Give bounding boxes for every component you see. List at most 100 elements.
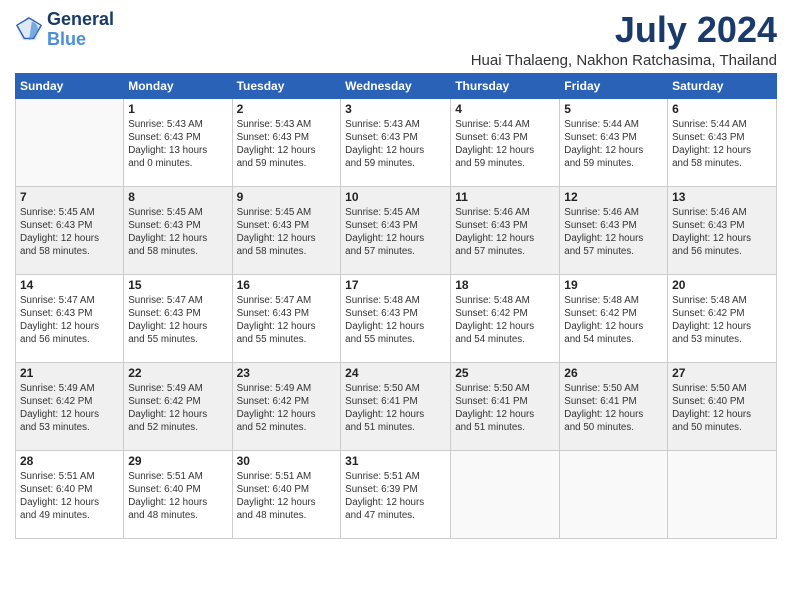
day-number: 7 bbox=[20, 190, 119, 204]
day-info: Sunrise: 5:45 AMSunset: 6:43 PMDaylight:… bbox=[237, 206, 337, 259]
calendar-header: SundayMondayTuesdayWednesdayThursdayFrid… bbox=[16, 73, 777, 98]
day-info: Sunrise: 5:45 AMSunset: 6:43 PMDaylight:… bbox=[128, 206, 227, 259]
logo: General Blue bbox=[15, 10, 114, 50]
day-number: 9 bbox=[237, 190, 337, 204]
day-number: 25 bbox=[455, 366, 555, 380]
day-info: Sunrise: 5:51 AMSunset: 6:40 PMDaylight:… bbox=[20, 470, 119, 523]
day-number: 20 bbox=[672, 278, 772, 292]
day-number: 15 bbox=[128, 278, 227, 292]
day-number: 22 bbox=[128, 366, 227, 380]
day-info: Sunrise: 5:47 AMSunset: 6:43 PMDaylight:… bbox=[237, 294, 337, 347]
day-info: Sunrise: 5:44 AMSunset: 6:43 PMDaylight:… bbox=[672, 118, 772, 171]
column-header-friday: Friday bbox=[560, 73, 668, 98]
calendar-cell: 8 Sunrise: 5:45 AMSunset: 6:43 PMDaylight… bbox=[124, 186, 232, 274]
calendar-cell: 23 Sunrise: 5:49 AMSunset: 6:42 PMDayligh… bbox=[232, 362, 341, 450]
day-info: Sunrise: 5:46 AMSunset: 6:43 PMDaylight:… bbox=[455, 206, 555, 259]
day-info: Sunrise: 5:47 AMSunset: 6:43 PMDaylight:… bbox=[128, 294, 227, 347]
day-number: 12 bbox=[564, 190, 663, 204]
calendar-cell: 11Sunrise: 5:46 AMSunset: 6:43 PMDayligh… bbox=[451, 186, 560, 274]
calendar-cell: 20 Sunrise: 5:48 AMSunset: 6:42 PMDayligh… bbox=[668, 274, 777, 362]
day-info: Sunrise: 5:51 AMSunset: 6:40 PMDaylight:… bbox=[128, 470, 227, 523]
calendar-cell: 22 Sunrise: 5:49 AMSunset: 6:42 PMDayligh… bbox=[124, 362, 232, 450]
calendar-cell: 16 Sunrise: 5:47 AMSunset: 6:43 PMDayligh… bbox=[232, 274, 341, 362]
calendar-cell: 28 Sunrise: 5:51 AMSunset: 6:40 PMDayligh… bbox=[16, 450, 124, 538]
day-info: Sunrise: 5:43 AMSunset: 6:43 PMDaylight:… bbox=[237, 118, 337, 171]
day-number: 8 bbox=[128, 190, 227, 204]
calendar-cell: 31Sunrise: 5:51 AMSunset: 6:39 PMDayligh… bbox=[341, 450, 451, 538]
day-number: 31 bbox=[345, 454, 446, 468]
page: General Blue July 2024 Huai Thalaeng, Na… bbox=[0, 0, 792, 612]
day-info: Sunrise: 5:46 AMSunset: 6:43 PMDaylight:… bbox=[672, 206, 772, 259]
calendar-cell: 30Sunrise: 5:51 AMSunset: 6:40 PMDayligh… bbox=[232, 450, 341, 538]
day-info: Sunrise: 5:44 AMSunset: 6:43 PMDaylight:… bbox=[564, 118, 663, 171]
calendar-cell bbox=[668, 450, 777, 538]
calendar-cell: 29 Sunrise: 5:51 AMSunset: 6:40 PMDayligh… bbox=[124, 450, 232, 538]
day-number: 18 bbox=[455, 278, 555, 292]
day-number: 6 bbox=[672, 102, 772, 116]
calendar-cell: 25 Sunrise: 5:50 AMSunset: 6:41 PMDayligh… bbox=[451, 362, 560, 450]
logo-text: General Blue bbox=[47, 10, 114, 50]
calendar-cell bbox=[16, 98, 124, 186]
day-number: 10 bbox=[345, 190, 446, 204]
day-number: 16 bbox=[237, 278, 337, 292]
day-info: Sunrise: 5:50 AMSunset: 6:41 PMDaylight:… bbox=[564, 382, 663, 435]
day-number: 1 bbox=[128, 102, 227, 116]
calendar-cell: 14Sunrise: 5:47 AMSunset: 6:43 PMDayligh… bbox=[16, 274, 124, 362]
day-info: Sunrise: 5:49 AMSunset: 6:42 PMDaylight:… bbox=[20, 382, 119, 435]
day-info: Sunrise: 5:46 AMSunset: 6:43 PMDaylight:… bbox=[564, 206, 663, 259]
day-info: Sunrise: 5:51 AMSunset: 6:40 PMDaylight:… bbox=[237, 470, 337, 523]
calendar-cell: 19 Sunrise: 5:48 AMSunset: 6:42 PMDayligh… bbox=[560, 274, 668, 362]
calendar-cell: 6 Sunrise: 5:44 AMSunset: 6:43 PMDaylight… bbox=[668, 98, 777, 186]
calendar-cell: 4Sunrise: 5:44 AMSunset: 6:43 PMDaylight… bbox=[451, 98, 560, 186]
title-section: July 2024 Huai Thalaeng, Nakhon Ratchasi… bbox=[471, 10, 777, 69]
day-number: 29 bbox=[128, 454, 227, 468]
calendar-body: 1 Sunrise: 5:43 AMSunset: 6:43 PMDaylight… bbox=[16, 98, 777, 538]
day-info: Sunrise: 5:45 AMSunset: 6:43 PMDaylight:… bbox=[20, 206, 119, 259]
calendar-cell: 13 Sunrise: 5:46 AMSunset: 6:43 PMDayligh… bbox=[668, 186, 777, 274]
calendar-cell bbox=[560, 450, 668, 538]
calendar-cell: 9 Sunrise: 5:45 AMSunset: 6:43 PMDaylight… bbox=[232, 186, 341, 274]
logo-icon bbox=[15, 16, 43, 44]
day-number: 26 bbox=[564, 366, 663, 380]
day-number: 23 bbox=[237, 366, 337, 380]
calendar-week-3: 14 Sunrise: 5:47 AMSunset: 6:43 PMDayligh… bbox=[16, 274, 777, 362]
calendar-week-2: 7 Sunrise: 5:45 AMSunset: 6:43 PMDaylight… bbox=[16, 186, 777, 274]
calendar-cell: 26 Sunrise: 5:50 AMSunset: 6:41 PMDayligh… bbox=[560, 362, 668, 450]
day-info: Sunrise: 5:45 AMSunset: 6:43 PMDaylight:… bbox=[345, 206, 446, 259]
calendar-cell: 10 Sunrise: 5:45 AMSunset: 6:43 PMDayligh… bbox=[341, 186, 451, 274]
calendar-week-4: 21Sunrise: 5:49 AMSunset: 6:42 PMDayligh… bbox=[16, 362, 777, 450]
day-info: Sunrise: 5:49 AMSunset: 6:42 PMDaylight:… bbox=[128, 382, 227, 435]
day-info: Sunrise: 5:48 AMSunset: 6:42 PMDaylight:… bbox=[672, 294, 772, 347]
column-header-thursday: Thursday bbox=[451, 73, 560, 98]
calendar-cell: 7 Sunrise: 5:45 AMSunset: 6:43 PMDaylight… bbox=[16, 186, 124, 274]
calendar-cell: 18Sunrise: 5:48 AMSunset: 6:42 PMDayligh… bbox=[451, 274, 560, 362]
day-number: 28 bbox=[20, 454, 119, 468]
column-header-wednesday: Wednesday bbox=[341, 73, 451, 98]
day-number: 19 bbox=[564, 278, 663, 292]
calendar-week-1: 1 Sunrise: 5:43 AMSunset: 6:43 PMDaylight… bbox=[16, 98, 777, 186]
calendar-cell: 27Sunrise: 5:50 AMSunset: 6:40 PMDayligh… bbox=[668, 362, 777, 450]
calendar-table: SundayMondayTuesdayWednesdayThursdayFrid… bbox=[15, 73, 777, 539]
calendar-cell: 5 Sunrise: 5:44 AMSunset: 6:43 PMDaylight… bbox=[560, 98, 668, 186]
header: General Blue July 2024 Huai Thalaeng, Na… bbox=[15, 10, 777, 69]
day-info: Sunrise: 5:50 AMSunset: 6:41 PMDaylight:… bbox=[455, 382, 555, 435]
day-number: 27 bbox=[672, 366, 772, 380]
calendar-cell: 2 Sunrise: 5:43 AMSunset: 6:43 PMDaylight… bbox=[232, 98, 341, 186]
day-info: Sunrise: 5:49 AMSunset: 6:42 PMDaylight:… bbox=[237, 382, 337, 435]
day-info: Sunrise: 5:48 AMSunset: 6:42 PMDaylight:… bbox=[564, 294, 663, 347]
calendar-cell: 12 Sunrise: 5:46 AMSunset: 6:43 PMDayligh… bbox=[560, 186, 668, 274]
day-number: 24 bbox=[345, 366, 446, 380]
day-number: 14 bbox=[20, 278, 119, 292]
calendar-cell: 1 Sunrise: 5:43 AMSunset: 6:43 PMDaylight… bbox=[124, 98, 232, 186]
day-number: 5 bbox=[564, 102, 663, 116]
day-info: Sunrise: 5:43 AMSunset: 6:43 PMDaylight:… bbox=[345, 118, 446, 171]
main-title: July 2024 bbox=[471, 10, 777, 50]
column-header-sunday: Sunday bbox=[16, 73, 124, 98]
day-number: 13 bbox=[672, 190, 772, 204]
day-info: Sunrise: 5:43 AMSunset: 6:43 PMDaylight:… bbox=[128, 118, 227, 171]
day-number: 17 bbox=[345, 278, 446, 292]
day-number: 2 bbox=[237, 102, 337, 116]
day-info: Sunrise: 5:50 AMSunset: 6:41 PMDaylight:… bbox=[345, 382, 446, 435]
column-header-saturday: Saturday bbox=[668, 73, 777, 98]
calendar-week-5: 28 Sunrise: 5:51 AMSunset: 6:40 PMDayligh… bbox=[16, 450, 777, 538]
